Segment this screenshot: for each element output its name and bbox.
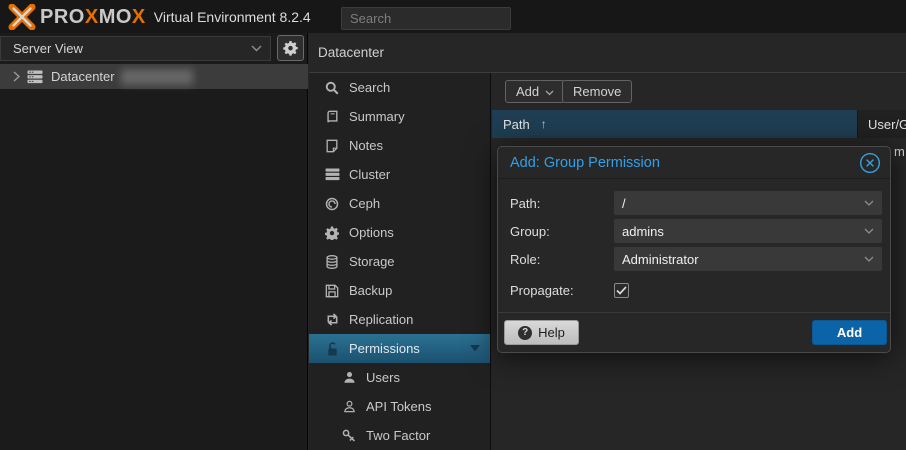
menu-item-options[interactable]: Options: [309, 218, 490, 247]
propagate-label: Propagate:: [510, 283, 614, 298]
gear-icon: [283, 41, 298, 56]
storage-icon: [324, 254, 340, 270]
help-button[interactable]: ? Help: [504, 320, 579, 345]
tree-node-label: Datacenter: [51, 69, 115, 84]
field-row-role: Role: Administrator: [510, 247, 882, 271]
menu-item-storage[interactable]: Storage: [309, 247, 490, 276]
sort-asc-icon: ↑: [541, 117, 547, 131]
user-icon: [341, 370, 357, 386]
datacenter-menu: Search Summary Notes Cluster Ceph Option…: [309, 73, 491, 450]
key-icon: [341, 428, 357, 444]
view-selector-label: Server View: [13, 41, 83, 56]
propagate-checkbox[interactable]: [614, 283, 629, 298]
menu-item-summary[interactable]: Summary: [309, 102, 490, 131]
dialog-header[interactable]: Add: Group Permission: [498, 147, 890, 179]
field-row-propagate: Propagate:: [510, 278, 882, 302]
menu-item-search[interactable]: Search: [309, 73, 490, 102]
column-header-path[interactable]: Path ↑: [492, 110, 858, 138]
field-row-path: Path: /: [510, 191, 882, 215]
redacted-node-name: [121, 69, 193, 85]
menu-item-cluster[interactable]: Cluster: [309, 160, 490, 189]
replication-icon: [324, 312, 340, 328]
table-header: Path ↑ User/G: [492, 110, 906, 138]
tree-node-datacenter[interactable]: Datacenter: [0, 64, 308, 89]
menu-item-ceph[interactable]: Ceph: [309, 189, 490, 218]
chevron-down-icon: [864, 256, 874, 262]
proxmox-logo-text: PROXMOX: [40, 7, 146, 27]
add-dropdown-button[interactable]: Add: [505, 80, 565, 103]
chevron-down-icon: [251, 45, 262, 52]
path-combobox[interactable]: /: [614, 191, 882, 215]
book-icon: [324, 109, 340, 125]
path-label: Path:: [510, 196, 614, 211]
server-icon: [27, 70, 43, 84]
search-icon: [324, 80, 340, 96]
topbar: PROXMOX Virtual Environment 8.2.4: [0, 0, 906, 33]
search-input[interactable]: [341, 7, 511, 30]
menu-item-users[interactable]: Users: [309, 363, 490, 392]
add-group-permission-dialog: Add: Group Permission Path: / Group: adm…: [497, 146, 891, 353]
menu-item-backup[interactable]: Backup: [309, 276, 490, 305]
unlock-icon: [324, 341, 340, 357]
menu-item-api-tokens[interactable]: API Tokens: [309, 392, 490, 421]
view-selector[interactable]: Server View: [0, 36, 271, 61]
chevron-down-icon: [864, 200, 874, 206]
content-header: Datacenter: [309, 33, 906, 73]
chevron-down-icon: [864, 228, 874, 234]
resource-tree-panel: Server View: [0, 33, 308, 450]
row-cell-fragment: m: [894, 144, 905, 159]
dialog-footer: ? Help Add: [498, 312, 890, 352]
product-version: Virtual Environment 8.2.4: [154, 9, 311, 25]
menu-item-two-factor[interactable]: Two Factor: [309, 421, 490, 450]
menu-item-permissions[interactable]: Permissions: [309, 334, 490, 363]
note-icon: [324, 138, 340, 154]
page-title: Datacenter: [318, 45, 384, 60]
column-header-user-group[interactable]: User/G: [860, 110, 906, 138]
backup-icon: [324, 283, 340, 299]
menu-item-replication[interactable]: Replication: [309, 305, 490, 334]
group-label: Group:: [510, 224, 614, 239]
question-icon: ?: [518, 326, 532, 340]
role-combobox[interactable]: Administrator: [614, 247, 882, 271]
proxmox-window: PROXMOX Virtual Environment 8.2.4 Server…: [0, 0, 906, 450]
tree-settings-button[interactable]: [277, 35, 304, 61]
group-combobox[interactable]: admins: [614, 219, 882, 243]
gear-icon: [324, 225, 340, 241]
close-circle-icon: [859, 152, 881, 174]
cluster-icon: [324, 167, 340, 183]
dialog-title: Add: Group Permission: [510, 155, 660, 171]
ceph-icon: [324, 196, 340, 212]
role-label: Role:: [510, 252, 614, 267]
caret-right-icon[interactable]: [12, 71, 21, 82]
dialog-add-button[interactable]: Add: [812, 320, 887, 345]
field-row-group: Group: admins: [510, 219, 882, 243]
proxmox-logo-icon: [8, 4, 36, 30]
user-outline-icon: [341, 399, 357, 415]
remove-button[interactable]: Remove: [562, 80, 632, 103]
caret-down-icon[interactable]: [470, 345, 480, 352]
menu-item-notes[interactable]: Notes: [309, 131, 490, 160]
close-button[interactable]: [859, 152, 881, 174]
chevron-down-icon: [545, 90, 554, 96]
